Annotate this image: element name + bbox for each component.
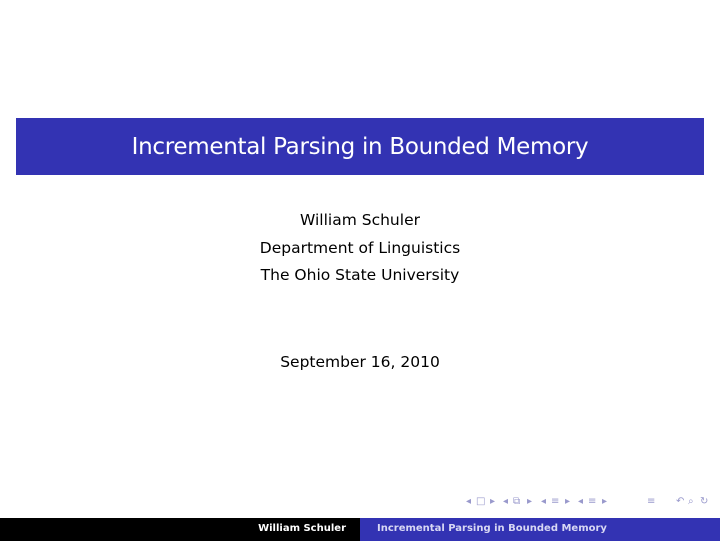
department: Department of Linguistics <box>259 239 461 257</box>
footer-title: Incremental Parsing in Bounded Memory <box>377 523 607 534</box>
nav-next-section-icon[interactable]: ▸ <box>565 496 570 507</box>
nav-prev-section-icon[interactable]: ◂ <box>541 496 546 507</box>
author-name: William Schuler <box>300 211 420 229</box>
back-icon[interactable]: ↶ <box>676 496 684 507</box>
subsection-icon[interactable]: ⧉ <box>513 496 520 507</box>
nav-next-doc-icon[interactable]: ▸ <box>602 496 607 507</box>
section-icon[interactable]: ≡ <box>551 496 559 507</box>
document-icon[interactable]: ≡ <box>588 496 596 507</box>
nav-prev-doc-icon[interactable]: ◂ <box>578 496 583 507</box>
footer-title-panel: Incremental Parsing in Bounded Memory <box>360 518 720 541</box>
search-icon[interactable]: ⌕ <box>688 496 694 507</box>
date: September 16, 2010 <box>280 353 440 371</box>
institution: The Ohio State University <box>260 266 460 284</box>
frame-icon[interactable]: □ <box>476 496 485 507</box>
forward-icon[interactable]: ↻ <box>700 496 708 507</box>
nav-prev-subsection-icon[interactable]: ◂ <box>503 496 508 507</box>
nav-prev-frame-icon[interactable]: ◂ <box>466 496 471 507</box>
nav-next-frame-icon[interactable]: ▸ <box>490 496 495 507</box>
footer-author: William Schuler <box>258 523 346 534</box>
slide-title: Incremental Parsing in Bounded Memory <box>131 133 589 160</box>
title-box: Incremental Parsing in Bounded Memory <box>16 118 704 175</box>
footer-author-panel: William Schuler <box>0 518 360 541</box>
beamer-navigation: ◂ □ ▸ ◂ ⧉ ▸ ◂ ≡ ▸ ◂ ≡ ▸ ≡ ↶ ⌕ ↻ <box>0 496 720 510</box>
footer: William Schuler Incremental Parsing in B… <box>0 518 720 541</box>
toc-icon[interactable]: ≡ <box>647 496 655 507</box>
nav-next-subsection-icon[interactable]: ▸ <box>527 496 532 507</box>
